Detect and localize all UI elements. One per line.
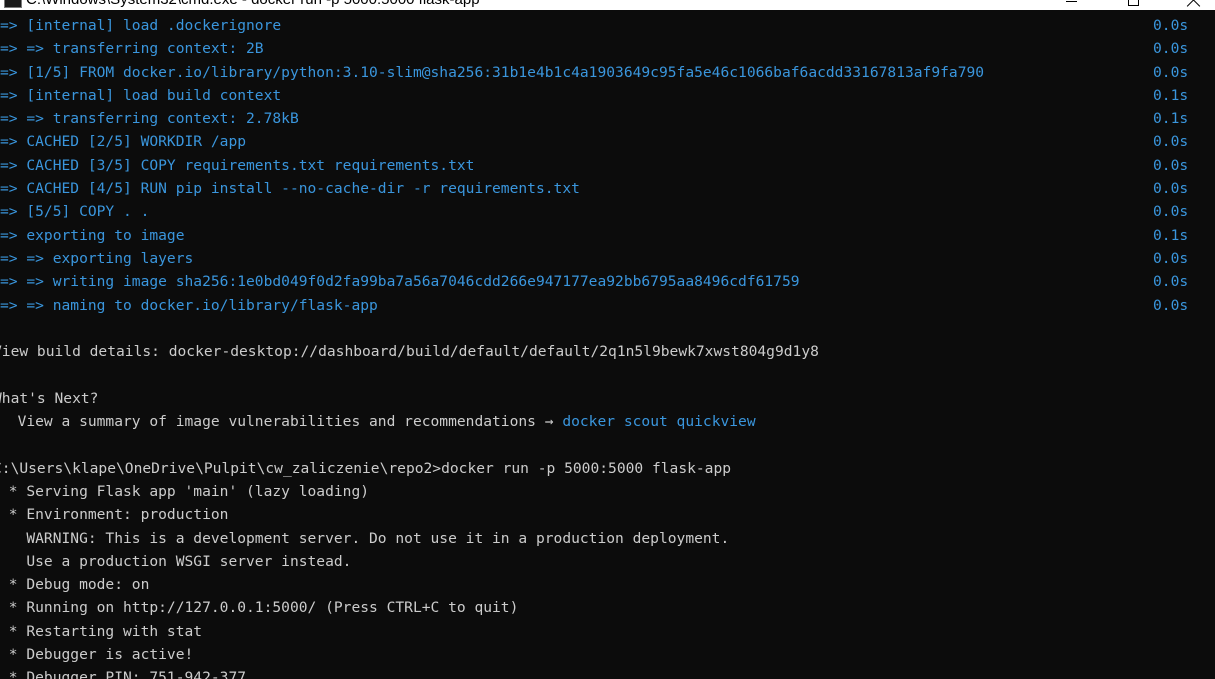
build-log-line: => CACHED [3/5] COPY requirements.txt re… bbox=[0, 154, 1215, 177]
build-step-time: 0.0s bbox=[1153, 63, 1189, 81]
server-output-line: * Debugger PIN: 751-942-377 bbox=[0, 669, 247, 679]
build-log-line: => [internal] load build context 0.1s bbox=[0, 84, 1215, 107]
server-output-line: * Restarting with stat bbox=[0, 622, 203, 640]
build-step-time: 0.0s bbox=[1153, 249, 1189, 267]
build-step-time: 0.1s bbox=[1153, 86, 1189, 104]
maximize-icon[interactable] bbox=[1128, 0, 1139, 6]
build-step-time: 0.0s bbox=[1153, 17, 1189, 34]
server-output-line: * Serving Flask app 'main' (lazy loading… bbox=[0, 482, 370, 500]
prompt-command-line: C:\Users\klape\OneDrive\Pulpit\cw_zalicz… bbox=[0, 459, 732, 477]
build-step-time: 0.1s bbox=[1153, 110, 1189, 128]
server-output-line: Use a production WSGI server instead. bbox=[0, 552, 352, 570]
build-log-line: => => exporting layers 0.0s bbox=[0, 247, 1215, 270]
build-log-line: => => naming to docker.io/library/flask-… bbox=[0, 294, 1215, 317]
view-build-details-line: View build details: docker-desktop://das… bbox=[0, 343, 819, 361]
title-bar[interactable]: C:\Windows\System32\cmd.exe - docker run… bbox=[0, 0, 1215, 10]
close-icon[interactable] bbox=[1187, 0, 1201, 7]
build-log-line: => exporting to image 0.1s bbox=[0, 224, 1215, 247]
build-step-time: 0.0s bbox=[1153, 180, 1189, 198]
console-output[interactable]: => [internal] load .dockerignore 0.0s => … bbox=[0, 14, 1215, 679]
build-step-time: 0.0s bbox=[1153, 40, 1189, 58]
build-step-time: 0.1s bbox=[1153, 226, 1189, 244]
build-step-time: 0.0s bbox=[1153, 203, 1189, 221]
cmd-app-icon bbox=[4, 0, 22, 8]
build-log-line: => [1/5] FROM docker.io/library/python:3… bbox=[0, 61, 1215, 84]
build-log-line: => => transferring context: 2.78kB 0.1s bbox=[0, 107, 1215, 130]
whats-next-heading: What's Next? bbox=[0, 389, 99, 407]
server-output-line: * Running on http://127.0.0.1:5000/ (Pre… bbox=[0, 599, 519, 617]
build-log-line: => [5/5] COPY . . 0.0s bbox=[0, 200, 1215, 223]
cmd-window: C:\Windows\System32\cmd.exe - docker run… bbox=[0, 0, 1215, 679]
build-log-line: => => transferring context: 2B 0.0s bbox=[0, 37, 1215, 60]
build-step-time: 0.0s bbox=[1153, 156, 1189, 174]
build-step-time: 0.0s bbox=[1153, 133, 1189, 151]
docker-scout-command: docker scout quickview bbox=[562, 413, 756, 431]
minimize-icon[interactable] bbox=[1066, 1, 1077, 2]
whats-next-summary: View a summary of image vulnerabilities … bbox=[0, 413, 756, 431]
build-log-line: => [internal] load .dockerignore 0.0s bbox=[0, 14, 1215, 37]
server-output-line: * Environment: production bbox=[0, 506, 229, 524]
build-log-line: => => writing image sha256:1e0bd049f0d2f… bbox=[0, 270, 1215, 293]
build-step-time: 0.0s bbox=[1153, 296, 1189, 314]
build-log-line: => CACHED [4/5] RUN pip install --no-cac… bbox=[0, 177, 1215, 200]
build-log-line: => CACHED [2/5] WORKDIR /app 0.0s bbox=[0, 130, 1215, 153]
window-title: C:\Windows\System32\cmd.exe - docker run… bbox=[26, 0, 480, 9]
server-output-line: WARNING: This is a development server. D… bbox=[0, 529, 730, 547]
server-output-line: * Debugger is active! bbox=[0, 646, 194, 664]
server-output-line: * Debug mode: on bbox=[0, 576, 150, 594]
build-step-time: 0.0s bbox=[1153, 273, 1189, 291]
